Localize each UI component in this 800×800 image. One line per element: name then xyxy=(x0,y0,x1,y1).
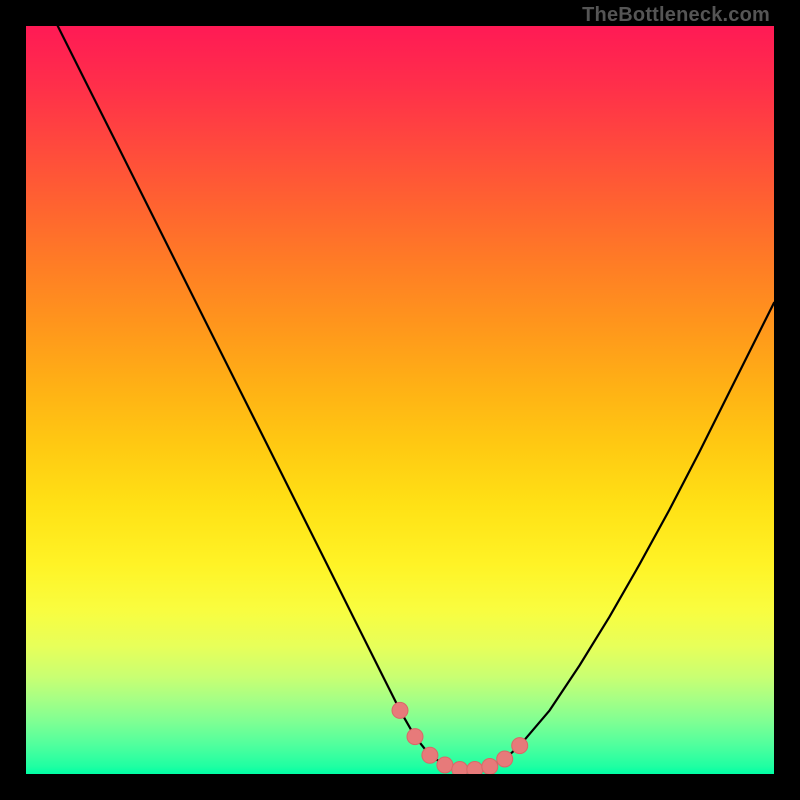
watermark-text: TheBottleneck.com xyxy=(582,4,770,27)
valley-marker xyxy=(512,738,528,754)
valley-marker xyxy=(437,757,453,773)
plot-area xyxy=(26,26,774,774)
valley-marker xyxy=(482,759,498,775)
valley-marker xyxy=(422,747,438,763)
valley-markers xyxy=(392,702,528,774)
valley-marker xyxy=(452,762,468,775)
valley-marker xyxy=(467,762,483,775)
valley-marker xyxy=(392,702,408,718)
valley-marker xyxy=(497,751,513,767)
bottleneck-curve xyxy=(26,26,774,769)
valley-marker xyxy=(407,729,423,745)
chart-frame: TheBottleneck.com xyxy=(0,0,800,800)
curve-layer xyxy=(26,26,774,774)
